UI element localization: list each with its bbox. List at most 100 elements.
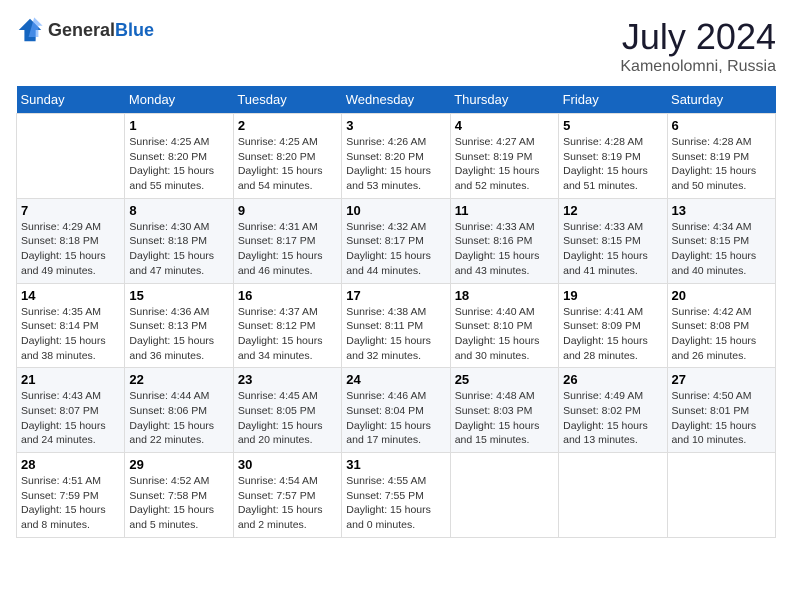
day-number: 3 (346, 118, 445, 133)
calendar-cell: 24 Sunrise: 4:46 AM Sunset: 8:04 PM Dayli… (342, 368, 450, 453)
day-number: 29 (129, 457, 228, 472)
day-number: 15 (129, 288, 228, 303)
calendar-cell: 27 Sunrise: 4:50 AM Sunset: 8:01 PM Dayli… (667, 368, 775, 453)
day-number: 24 (346, 372, 445, 387)
day-number: 16 (238, 288, 337, 303)
day-number: 2 (238, 118, 337, 133)
logo-blue-text: Blue (115, 20, 154, 40)
calendar-cell: 17Sunrise: 4:38 AM Sunset: 8:11 PM Dayli… (342, 283, 450, 368)
day-info: Sunrise: 4:38 AM Sunset: 8:11 PM Dayligh… (346, 305, 445, 364)
calendar-cell: 16Sunrise: 4:37 AM Sunset: 8:12 PM Dayli… (233, 283, 341, 368)
calendar-cell: 3 Sunrise: 4:26 AM Sunset: 8:20 PM Daylig… (342, 114, 450, 199)
weekday-header-friday: Friday (559, 86, 667, 114)
weekday-header-row: SundayMondayTuesdayWednesdayThursdayFrid… (17, 86, 776, 114)
calendar-cell: 1Sunrise: 4:25 AM Sunset: 8:20 PM Daylig… (125, 114, 233, 199)
day-info: Sunrise: 4:54 AM Sunset: 7:57 PM Dayligh… (238, 474, 337, 533)
day-info: Sunrise: 4:50 AM Sunset: 8:01 PM Dayligh… (672, 389, 771, 448)
day-number: 30 (238, 457, 337, 472)
calendar-cell: 2 Sunrise: 4:25 AM Sunset: 8:20 PM Daylig… (233, 114, 341, 199)
calendar-week-3: 14 Sunrise: 4:35 AM Sunset: 8:14 PM Dayli… (17, 283, 776, 368)
day-number: 12 (563, 203, 662, 218)
day-info: Sunrise: 4:35 AM Sunset: 8:14 PM Dayligh… (21, 305, 120, 364)
day-info: Sunrise: 4:49 AM Sunset: 8:02 PM Dayligh… (563, 389, 662, 448)
calendar-cell (559, 453, 667, 538)
weekday-header-monday: Monday (125, 86, 233, 114)
calendar-week-2: 7 Sunrise: 4:29 AM Sunset: 8:18 PM Daylig… (17, 198, 776, 283)
day-info: Sunrise: 4:42 AM Sunset: 8:08 PM Dayligh… (672, 305, 771, 364)
day-number: 8 (129, 203, 228, 218)
day-number: 14 (21, 288, 120, 303)
calendar-cell: 9 Sunrise: 4:31 AM Sunset: 8:17 PM Daylig… (233, 198, 341, 283)
day-number: 27 (672, 372, 771, 387)
day-number: 23 (238, 372, 337, 387)
calendar-cell: 15 Sunrise: 4:36 AM Sunset: 8:13 PM Dayli… (125, 283, 233, 368)
calendar-cell: 30 Sunrise: 4:54 AM Sunset: 7:57 PM Dayli… (233, 453, 341, 538)
calendar-body: 1Sunrise: 4:25 AM Sunset: 8:20 PM Daylig… (17, 114, 776, 538)
day-info: Sunrise: 4:52 AM Sunset: 7:58 PM Dayligh… (129, 474, 228, 533)
day-info: Sunrise: 4:30 AM Sunset: 8:18 PM Dayligh… (129, 220, 228, 279)
day-number: 21 (21, 372, 120, 387)
day-info: Sunrise: 4:46 AM Sunset: 8:04 PM Dayligh… (346, 389, 445, 448)
calendar-cell: 12 Sunrise: 4:33 AM Sunset: 8:15 PM Dayli… (559, 198, 667, 283)
day-number: 4 (455, 118, 554, 133)
calendar-cell: 10Sunrise: 4:32 AM Sunset: 8:17 PM Dayli… (342, 198, 450, 283)
day-info: Sunrise: 4:34 AM Sunset: 8:15 PM Dayligh… (672, 220, 771, 279)
day-number: 9 (238, 203, 337, 218)
day-info: Sunrise: 4:36 AM Sunset: 8:13 PM Dayligh… (129, 305, 228, 364)
day-number: 18 (455, 288, 554, 303)
calendar-cell: 14 Sunrise: 4:35 AM Sunset: 8:14 PM Dayli… (17, 283, 125, 368)
day-info: Sunrise: 4:25 AM Sunset: 8:20 PM Dayligh… (238, 135, 337, 194)
day-info: Sunrise: 4:33 AM Sunset: 8:16 PM Dayligh… (455, 220, 554, 279)
day-number: 28 (21, 457, 120, 472)
day-info: Sunrise: 4:29 AM Sunset: 8:18 PM Dayligh… (21, 220, 120, 279)
calendar-cell (667, 453, 775, 538)
calendar-cell: 18 Sunrise: 4:40 AM Sunset: 8:10 PM Dayli… (450, 283, 558, 368)
day-info: Sunrise: 4:48 AM Sunset: 8:03 PM Dayligh… (455, 389, 554, 448)
calendar-cell: 11Sunrise: 4:33 AM Sunset: 8:16 PM Dayli… (450, 198, 558, 283)
day-info: Sunrise: 4:41 AM Sunset: 8:09 PM Dayligh… (563, 305, 662, 364)
day-number: 25 (455, 372, 554, 387)
calendar-cell: 31Sunrise: 4:55 AM Sunset: 7:55 PM Dayli… (342, 453, 450, 538)
calendar-cell: 13Sunrise: 4:34 AM Sunset: 8:15 PM Dayli… (667, 198, 775, 283)
logo-icon (16, 16, 44, 44)
calendar-cell: 8 Sunrise: 4:30 AM Sunset: 8:18 PM Daylig… (125, 198, 233, 283)
calendar-cell: 21 Sunrise: 4:43 AM Sunset: 8:07 PM Dayli… (17, 368, 125, 453)
calendar-cell (17, 114, 125, 199)
calendar-table: SundayMondayTuesdayWednesdayThursdayFrid… (16, 86, 776, 538)
calendar-cell: 6Sunrise: 4:28 AM Sunset: 8:19 PM Daylig… (667, 114, 775, 199)
day-info: Sunrise: 4:45 AM Sunset: 8:05 PM Dayligh… (238, 389, 337, 448)
page-header: GeneralBlue July 2024 Kamenolomni, Russi… (16, 16, 776, 76)
day-info: Sunrise: 4:43 AM Sunset: 8:07 PM Dayligh… (21, 389, 120, 448)
day-info: Sunrise: 4:28 AM Sunset: 8:19 PM Dayligh… (563, 135, 662, 194)
weekday-header-thursday: Thursday (450, 86, 558, 114)
calendar-cell: 29 Sunrise: 4:52 AM Sunset: 7:58 PM Dayli… (125, 453, 233, 538)
title-block: July 2024 Kamenolomni, Russia (620, 16, 776, 76)
calendar-cell: 28 Sunrise: 4:51 AM Sunset: 7:59 PM Dayli… (17, 453, 125, 538)
day-info: Sunrise: 4:40 AM Sunset: 8:10 PM Dayligh… (455, 305, 554, 364)
calendar-cell (450, 453, 558, 538)
calendar-cell: 23 Sunrise: 4:45 AM Sunset: 8:05 PM Dayli… (233, 368, 341, 453)
day-info: Sunrise: 4:28 AM Sunset: 8:19 PM Dayligh… (672, 135, 771, 194)
month-title: July 2024 (620, 16, 776, 58)
calendar-cell: 4Sunrise: 4:27 AM Sunset: 8:19 PM Daylig… (450, 114, 558, 199)
calendar-cell: 22Sunrise: 4:44 AM Sunset: 8:06 PM Dayli… (125, 368, 233, 453)
logo-general-text: General (48, 20, 115, 40)
weekday-header-sunday: Sunday (17, 86, 125, 114)
day-number: 19 (563, 288, 662, 303)
day-info: Sunrise: 4:33 AM Sunset: 8:15 PM Dayligh… (563, 220, 662, 279)
weekday-header-wednesday: Wednesday (342, 86, 450, 114)
logo: GeneralBlue (16, 16, 154, 44)
day-info: Sunrise: 4:55 AM Sunset: 7:55 PM Dayligh… (346, 474, 445, 533)
day-info: Sunrise: 4:25 AM Sunset: 8:20 PM Dayligh… (129, 135, 228, 194)
calendar-cell: 26 Sunrise: 4:49 AM Sunset: 8:02 PM Dayli… (559, 368, 667, 453)
calendar-week-5: 28 Sunrise: 4:51 AM Sunset: 7:59 PM Dayli… (17, 453, 776, 538)
day-info: Sunrise: 4:32 AM Sunset: 8:17 PM Dayligh… (346, 220, 445, 279)
day-number: 26 (563, 372, 662, 387)
day-info: Sunrise: 4:51 AM Sunset: 7:59 PM Dayligh… (21, 474, 120, 533)
day-info: Sunrise: 4:31 AM Sunset: 8:17 PM Dayligh… (238, 220, 337, 279)
day-info: Sunrise: 4:26 AM Sunset: 8:20 PM Dayligh… (346, 135, 445, 194)
calendar-week-1: 1Sunrise: 4:25 AM Sunset: 8:20 PM Daylig… (17, 114, 776, 199)
weekday-header-tuesday: Tuesday (233, 86, 341, 114)
day-number: 7 (21, 203, 120, 218)
day-info: Sunrise: 4:44 AM Sunset: 8:06 PM Dayligh… (129, 389, 228, 448)
